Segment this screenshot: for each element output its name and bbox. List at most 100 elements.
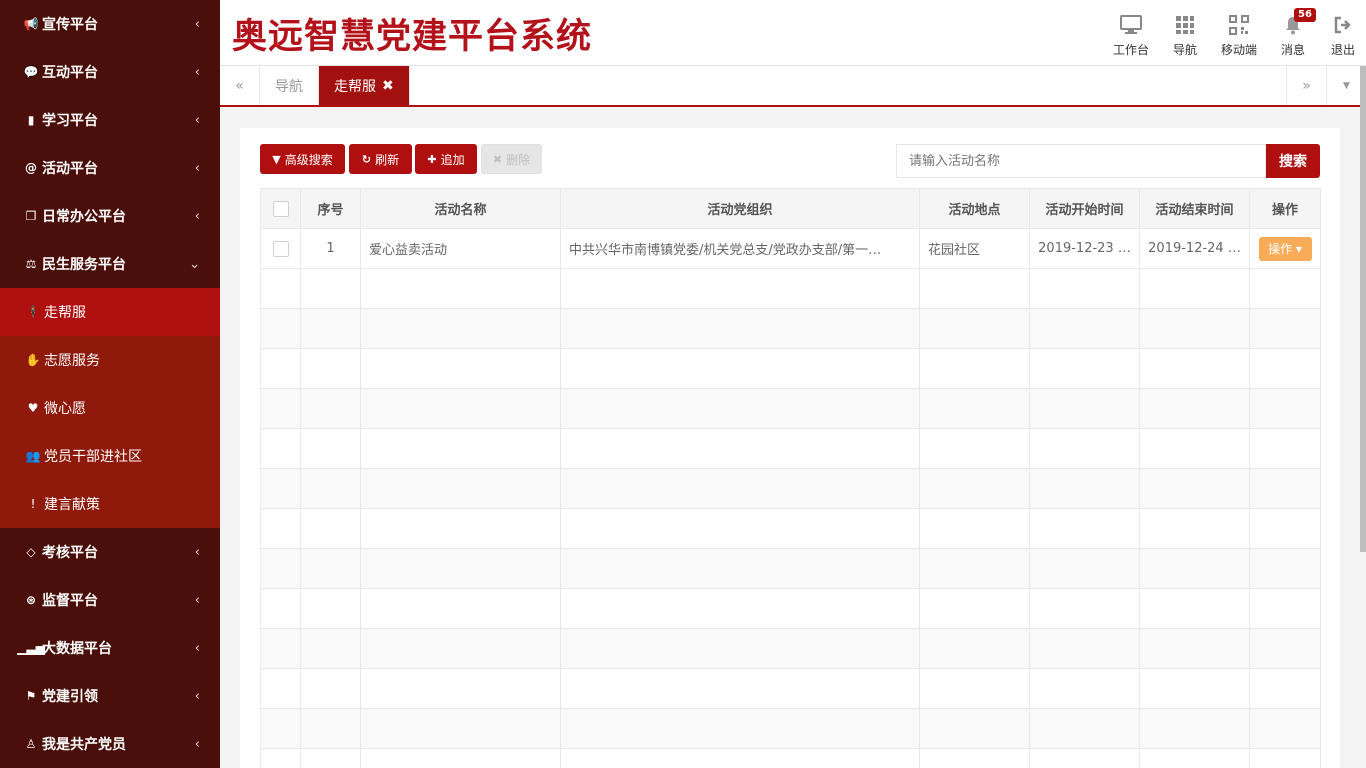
logout-icon (1332, 14, 1354, 36)
empty-table-row (260, 268, 1321, 309)
page-scrollbar[interactable] (1360, 66, 1366, 552)
sidebar-item-interaction[interactable]: 💬 互动平台 ‹ (0, 48, 220, 96)
empty-cell (300, 668, 361, 709)
delete-button[interactable]: ✖ 删除 (481, 144, 542, 174)
sidebar-item-label: 考核平台 (42, 545, 98, 561)
sidebar-item-guidance[interactable]: ⚑ 党建引领 ‹ (0, 672, 220, 720)
column-header[interactable]: 序号 (300, 188, 361, 229)
empty-cell (360, 508, 561, 549)
tabs-bar: « 导航 走帮服 ✖ » ▼ (220, 66, 1366, 107)
tabs-scroll-right-button[interactable]: » (1286, 66, 1326, 105)
empty-cell (260, 508, 301, 549)
tab-label: 走帮服 (334, 78, 376, 95)
button-label: 高级搜索 (284, 152, 333, 167)
empty-cell (1139, 468, 1250, 509)
empty-table-row (260, 748, 1321, 768)
empty-table-row (260, 308, 1321, 349)
row-actions-cell: 操作 ▾ (1249, 228, 1321, 269)
advanced-search-button[interactable]: ▼ 高级搜索 (260, 144, 345, 174)
sidebar-subitem-label: 志愿服务 (44, 353, 100, 369)
empty-cell (560, 348, 920, 389)
sidebar-item-supervision[interactable]: ⊛ 监督平台 ‹ (0, 576, 220, 624)
sidebar-subitem-wish[interactable]: ♥ 微心愿 (0, 384, 220, 432)
empty-cell (560, 628, 920, 669)
empty-cell (1249, 508, 1321, 549)
sidebar-item-label: 宣传平台 (42, 17, 98, 33)
workbench-button[interactable]: 工作台 (1104, 0, 1158, 66)
column-header[interactable]: 活动党组织 (560, 188, 920, 229)
chevron-left-icon: ‹ (194, 688, 200, 704)
column-header[interactable]: 活动名称 (360, 188, 561, 229)
mobile-button[interactable]: 移动端 (1212, 0, 1266, 66)
lightbulb-icon: ! (30, 497, 36, 511)
empty-cell (260, 588, 301, 629)
logout-button[interactable]: 退出 (1320, 0, 1366, 66)
empty-cell (1029, 308, 1140, 349)
empty-cell (260, 268, 301, 309)
empty-cell (1029, 508, 1140, 549)
chevron-left-icon: ‹ (194, 64, 200, 80)
copy-icon: ❐ (25, 209, 37, 223)
sidebar-item-office[interactable]: ❐ 日常办公平台 ‹ (0, 192, 220, 240)
empty-cell (260, 348, 301, 389)
close-icon[interactable]: ✖ (382, 78, 394, 94)
table-row[interactable]: 1 爱心益卖活动 中共兴华市南博镇党委/机关党总支/党政办支部/第一… 花园社区… (260, 228, 1321, 269)
sidebar-subitem-community[interactable]: 👥 党员干部进社区 (0, 432, 220, 480)
refresh-button[interactable]: ↻ 刷新 (349, 144, 412, 174)
tab-navigation[interactable]: 导航 (260, 66, 319, 105)
sidebar-subitem-label: 微心愿 (44, 401, 86, 417)
activity-search-input[interactable] (896, 144, 1266, 178)
empty-cell (1139, 668, 1250, 709)
sidebar-item-assessment[interactable]: ◇ 考核平台 ‹ (0, 528, 220, 576)
empty-cell (360, 428, 561, 469)
column-header[interactable]: 活动地点 (919, 188, 1030, 229)
signal-icon: ▁▃▅ (17, 641, 45, 655)
sidebar-item-member[interactable]: ♙ 我是共产党员 ‹ (0, 720, 220, 768)
empty-cell (560, 308, 920, 349)
sidebar-item-bigdata[interactable]: ▁▃▅ 大数据平台 ‹ (0, 624, 220, 672)
sidebar-item-learning[interactable]: ▮ 学习平台 ‹ (0, 96, 220, 144)
activity-location: 花园社区 (919, 228, 1030, 269)
tabs-scroll-left-button[interactable]: « (220, 66, 260, 105)
messages-button[interactable]: 56 消息 (1266, 0, 1320, 66)
empty-cell (260, 468, 301, 509)
empty-cell (1029, 388, 1140, 429)
row-checkbox[interactable] (272, 240, 289, 257)
activity-org: 中共兴华市南博镇党委/机关党总支/党政办支部/第一… (560, 228, 920, 269)
sidebar-subitem-volunteer[interactable]: ✋ 志愿服务 (0, 336, 220, 384)
sidebar-item-livelihood[interactable]: ⚖ 民生服务平台 ⌄ (0, 240, 220, 288)
add-button[interactable]: ✚ 追加 (415, 144, 477, 174)
app-title: 奥远智慧党建平台系统 (232, 16, 593, 57)
column-header[interactable]: 操作 (1249, 188, 1321, 229)
empty-cell (360, 388, 561, 429)
empty-cell (300, 508, 361, 549)
bullhorn-icon: 📢 (23, 17, 39, 31)
column-header[interactable]: 活动结束时间 (1139, 188, 1250, 229)
row-select-cell (260, 228, 301, 269)
empty-cell (1029, 708, 1140, 749)
chevron-left-icon: ‹ (194, 544, 200, 560)
sidebar-subitem-suggestion[interactable]: ! 建言献策 (0, 480, 220, 528)
empty-cell (919, 668, 1030, 709)
empty-cell (1139, 388, 1250, 429)
sidebar-subitem-zoubangfu[interactable]: 🕴 走帮服 (0, 288, 220, 336)
chevron-left-icon: ‹ (194, 112, 200, 128)
search-button[interactable]: 搜索 (1266, 144, 1320, 178)
column-header[interactable]: 活动开始时间 (1029, 188, 1140, 229)
navigation-button[interactable]: 导航 (1158, 0, 1212, 66)
hand-icon: ✋ (25, 353, 41, 367)
empty-cell (360, 668, 561, 709)
empty-cell (1029, 588, 1140, 629)
empty-cell (260, 428, 301, 469)
chevron-left-icon: ‹ (194, 640, 200, 656)
tab-zoubangfu[interactable]: 走帮服 ✖ (319, 66, 410, 105)
sidebar-submenu: 🕴 走帮服 ✋ 志愿服务 ♥ 微心愿 👥 党员干部进社区 ! 建言献策 (0, 288, 220, 528)
select-all-checkbox[interactable] (272, 200, 289, 217)
row-actions-dropdown[interactable]: 操作 ▾ (1258, 236, 1312, 261)
empty-cell (1249, 668, 1321, 709)
empty-cell (919, 348, 1030, 389)
sidebar-item-activity[interactable]: @ 活动平台 ‹ (0, 144, 220, 192)
sidebar-item-publicity[interactable]: 📢 宣传平台 ‹ (0, 0, 220, 48)
empty-table-row (260, 348, 1321, 389)
empty-cell (560, 428, 920, 469)
